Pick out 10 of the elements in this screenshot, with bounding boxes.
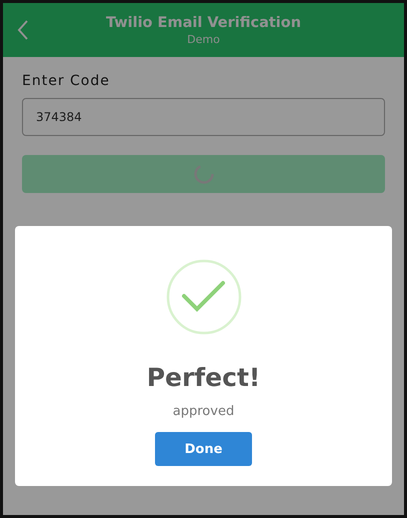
header-title: Twilio Email Verification [106,14,302,30]
dialog-title: Perfect! [146,363,260,392]
submit-button[interactable] [22,155,385,193]
dialog-message: approved [172,404,234,419]
done-button[interactable]: Done [155,432,252,466]
header-subtitle: Demo [187,32,220,46]
back-icon[interactable] [17,20,29,40]
spinner-icon [192,163,214,185]
code-input-field[interactable]: 374384 [22,98,385,136]
field-label: Enter Code [22,73,111,89]
